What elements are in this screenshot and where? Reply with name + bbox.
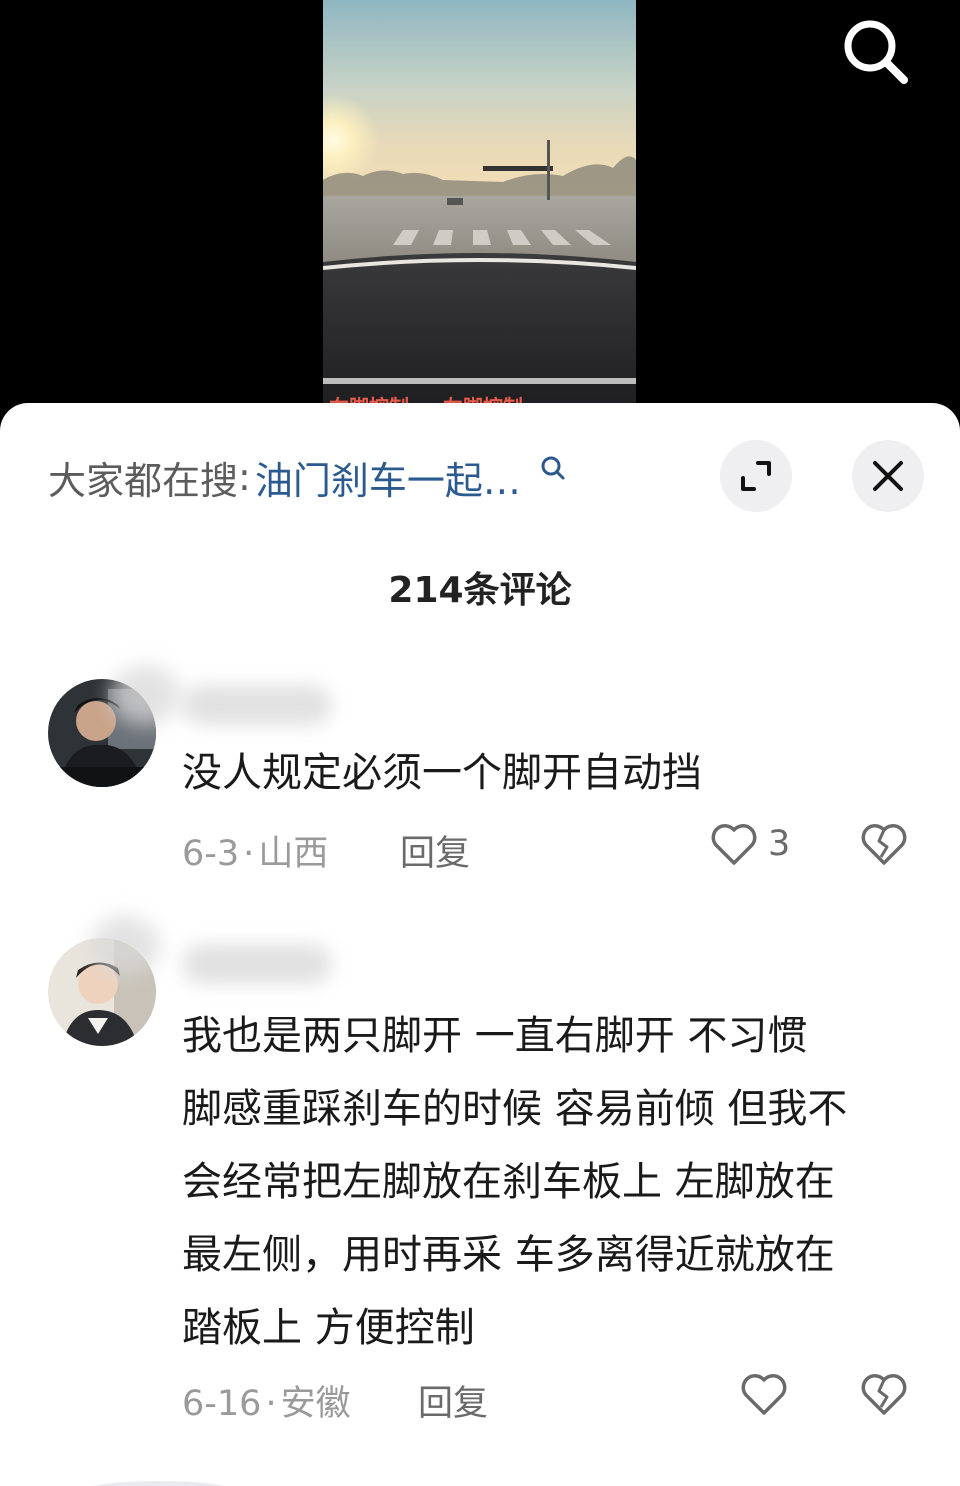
like-button[interactable] (740, 1371, 788, 1417)
reply-button[interactable]: 回复 (400, 825, 470, 876)
dislike-button[interactable] (860, 821, 908, 871)
like-count: 3 (768, 824, 791, 864)
dislike-button[interactable] (860, 1371, 908, 1421)
close-button[interactable] (852, 440, 924, 512)
comment-text-line: 脚感重踩刹车的时候 容易前倾 但我不 (182, 1086, 848, 1132)
comment-meta: 6-16 · 安徽 (182, 1384, 351, 1424)
search-suggestion-separator: : (238, 455, 251, 499)
expand-icon (741, 461, 771, 491)
comment-date: 6-3 (182, 834, 240, 874)
comment-count: 214条评论 (388, 570, 572, 611)
username-blurred[interactable] (182, 685, 332, 725)
like-button[interactable]: 3 (710, 821, 790, 867)
comment-text-line: 最左侧，用时再采 车多离得近就放在 (182, 1232, 835, 1278)
comment-sheet: 大家都在搜 : 油门刹车一起… 214条评论 没人规定必须一个脚开自动挡 6-3… (0, 403, 960, 1486)
comment-meta: 6-3 · 山西 (182, 834, 329, 874)
next-comment-avatar (84, 1481, 234, 1486)
comment-text-line: 会经常把左脚放在刹车板上 左脚放在 (182, 1159, 835, 1205)
comment-text: 没人规定必须一个脚开自动挡 (182, 750, 702, 796)
expand-button[interactable] (720, 440, 792, 512)
comment-text-line: 踏板上 方便控制 (182, 1305, 475, 1351)
blurred-region (90, 916, 160, 976)
video-player[interactable]: 右脚控制 … 左脚控制 … (0, 0, 960, 420)
broken-heart-icon (861, 1374, 907, 1415)
comment-location: 安徽 (280, 1384, 351, 1424)
reply-button[interactable]: 回复 (418, 1375, 488, 1426)
video-thumbnail: 右脚控制 … 左脚控制 … (323, 0, 636, 420)
comment-text: 我也是两只脚开 一直右脚开 不习惯 脚感重踩刹车的时候 容易前倾 但我不 会经常… (182, 1000, 922, 1365)
heart-icon (741, 1374, 787, 1415)
search-suggestion-query[interactable]: 油门刹车一起… (255, 450, 521, 505)
video-frame[interactable]: 右脚控制 … 左脚控制 … (323, 0, 636, 420)
comment-location: 山西 (258, 834, 329, 874)
search-icon (541, 456, 565, 480)
comment-date: 6-16 (182, 1384, 262, 1424)
username-blurred[interactable] (182, 944, 332, 984)
blurred-region (110, 665, 180, 725)
search-suggestion-label: 大家都在搜 (48, 458, 239, 503)
broken-heart-icon (861, 824, 907, 865)
heart-icon (711, 824, 757, 865)
search-suggestion[interactable]: 大家都在搜 : 油门刹车一起… (48, 451, 567, 503)
comment-text-line: 我也是两只脚开 一直右脚开 不习惯 (182, 1013, 808, 1059)
search-icon (844, 20, 908, 84)
search-button[interactable] (838, 14, 914, 90)
close-icon (873, 461, 903, 491)
